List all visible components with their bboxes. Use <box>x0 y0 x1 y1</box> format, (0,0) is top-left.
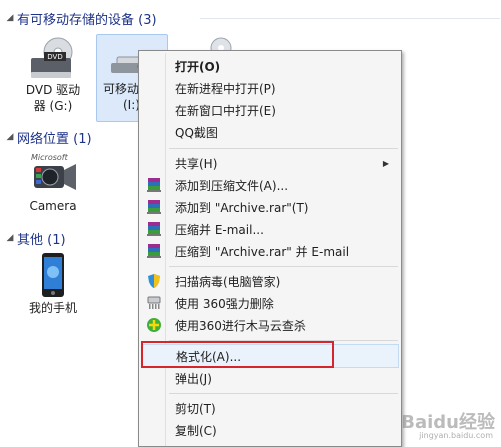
phone-label: 我的手机 <box>28 301 77 315</box>
phone-icon <box>42 253 64 297</box>
menu-separator <box>169 393 398 394</box>
section-title: 有可移动存储的设备 (3) <box>17 12 157 28</box>
baidu-watermark-url: jingyan.baidu.com <box>419 431 493 440</box>
winrar-icon <box>147 222 161 236</box>
menu-item-compress-email[interactable]: 压缩并 E-mail... <box>141 218 399 240</box>
section-header-network[interactable]: ◢ 网络位置 (1) <box>0 127 92 147</box>
camera-icon: Microsoft <box>31 153 76 190</box>
section-title: 其他 (1) <box>17 232 66 248</box>
menu-item-open-new-process[interactable]: 在新进程中打开(P) <box>141 77 399 99</box>
network-camera[interactable]: Microsoft Camera <box>18 152 88 218</box>
section-header-removable[interactable]: ◢ 有可移动存储的设备 (3) <box>0 8 157 28</box>
drive-dvd[interactable]: DVD DVD 驱动 器 (G:) <box>18 34 88 120</box>
menu-item-share[interactable]: 共享(H) ▶ <box>141 152 399 174</box>
section-header-other[interactable]: ◢ 其他 (1) <box>0 228 66 248</box>
menu-item-cut[interactable]: 剪切(T) <box>141 397 399 419</box>
context-menu[interactable]: 打开(O) 在新进程中打开(P) 在新窗口中打开(E) QQ截图 共享(H) ▶… <box>138 50 402 447</box>
svg-text:DVD: DVD <box>47 53 62 61</box>
camera-label: Camera <box>29 199 77 213</box>
menu-separator <box>169 266 398 267</box>
menu-item-scan-virus[interactable]: 扫描病毒(电脑管家) <box>141 270 399 292</box>
menu-item-qq-screenshot[interactable]: QQ截图 <box>141 121 399 143</box>
device-phone[interactable]: 我的手机 <box>18 252 88 320</box>
menu-item-eject[interactable]: 弹出(J) <box>141 367 399 389</box>
highlight-box <box>141 341 334 368</box>
menu-item-copy[interactable]: 复制(C) <box>141 419 399 441</box>
drive-label-line1: DVD 驱动 <box>25 83 81 97</box>
winrar-icon <box>147 244 161 258</box>
collapse-triangle-icon[interactable]: ◢ <box>3 132 17 142</box>
menu-item-add-to-archive-rar[interactable]: 添加到 "Archive.rar"(T) <box>141 196 399 218</box>
menu-item-compress-rar-email[interactable]: 压缩到 "Archive.rar" 并 E-mail <box>141 240 399 262</box>
collapse-triangle-icon[interactable]: ◢ <box>3 233 17 243</box>
shield-icon <box>148 274 160 288</box>
shredder-icon <box>147 296 161 309</box>
section-divider <box>200 8 500 28</box>
svg-text:Microsoft: Microsoft <box>31 153 69 162</box>
menu-item-trojan-scan[interactable]: 使用360进行木马云查杀 <box>141 314 399 336</box>
drive-label-line2: 器 (G:) <box>33 99 73 113</box>
collapse-triangle-icon[interactable]: ◢ <box>3 13 17 23</box>
submenu-arrow-icon: ▶ <box>382 158 389 168</box>
menu-item-open-new-window[interactable]: 在新窗口中打开(E) <box>141 99 399 121</box>
dvd-drive-icon: DVD <box>31 37 73 78</box>
360-icon <box>147 318 161 332</box>
section-title: 网络位置 (1) <box>17 131 92 147</box>
menu-item-open[interactable]: 打开(O) <box>141 55 399 77</box>
menu-item-add-to-archive[interactable]: 添加到压缩文件(A)... <box>141 174 399 196</box>
menu-separator <box>169 148 398 149</box>
menu-item-force-delete[interactable]: 使用 360强力删除 <box>141 292 399 314</box>
winrar-icon <box>147 200 161 214</box>
winrar-icon <box>147 178 161 192</box>
